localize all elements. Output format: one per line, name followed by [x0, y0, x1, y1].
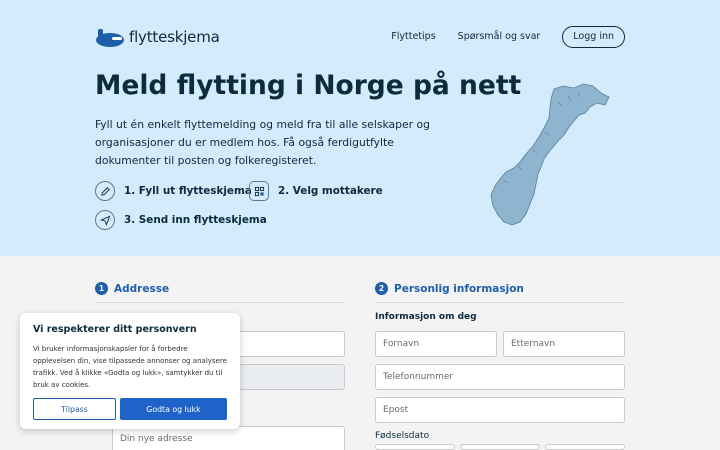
personal-subtitle: Informasjon om deg — [375, 312, 477, 322]
top-nav: Flyttetips Spørsmål og svar Logg inn — [391, 26, 625, 48]
step-3: 3. Send inn flytteskjema — [95, 210, 267, 230]
personal-section-header: 2 Personlig informasjon — [375, 282, 524, 295]
page-title: Meld flytting i Norge på nett — [95, 70, 522, 101]
address-section-header: 1 Addresse — [95, 282, 169, 295]
norway-map-icon — [490, 83, 610, 226]
cookie-consent-dialog: Vi respekterer ditt personvern Vi bruker… — [20, 313, 240, 429]
new-address-input[interactable]: Din nye adresse — [112, 426, 345, 450]
birth-year-select[interactable] — [545, 444, 625, 450]
step-2: 2. Velg mottakere — [249, 181, 383, 201]
address-divider — [95, 302, 345, 303]
phone-placeholder: Telefonnummer — [383, 372, 454, 382]
hero-description: Fyll ut én enkelt flyttemelding og meld … — [95, 118, 430, 167]
grid-icon — [249, 181, 269, 201]
last-name-placeholder: Etternavn — [511, 339, 556, 349]
send-icon — [95, 210, 115, 230]
step-1: 1. Fyll ut flytteskjema — [95, 181, 252, 201]
brand-logo[interactable]: flytteskjema — [95, 26, 220, 48]
new-address-placeholder: Din nye adresse — [120, 434, 193, 444]
cookie-text: Vi bruker informasjonskapsler for å forb… — [33, 345, 227, 389]
logo-icon — [96, 29, 124, 47]
step-2-label: 2. Velg mottakere — [278, 185, 383, 197]
birthdate-label: Fødselsdato — [375, 431, 430, 441]
nav-link-flyttetips[interactable]: Flyttetips — [391, 26, 435, 48]
last-name-input[interactable]: Etternavn — [503, 331, 625, 357]
login-button[interactable]: Logg inn — [562, 26, 625, 48]
first-name-placeholder: Fornavn — [383, 339, 420, 349]
email-input[interactable]: Epost — [375, 397, 625, 423]
pencil-icon — [95, 181, 115, 201]
birth-month-select[interactable] — [460, 444, 540, 450]
customize-button[interactable]: Tilpass — [33, 398, 116, 420]
nav-link-faq[interactable]: Spørsmål og svar — [458, 26, 541, 48]
address-step-number: 1 — [95, 282, 108, 295]
personal-section-title: Personlig informasjon — [394, 282, 524, 295]
hero-section: flytteskjema Flyttetips Spørsmål og svar… — [0, 0, 720, 256]
address-section-title: Addresse — [114, 282, 170, 295]
brand-name: flytteskjema — [129, 28, 220, 46]
step-3-label: 3. Send inn flytteskjema — [124, 214, 267, 226]
phone-input[interactable]: Telefonnummer — [375, 364, 625, 390]
email-placeholder: Epost — [383, 405, 409, 415]
first-name-input[interactable]: Fornavn — [375, 331, 497, 357]
step-1-label: 1. Fyll ut flytteskjema — [124, 185, 252, 197]
personal-step-number: 2 — [375, 282, 388, 295]
cookie-title: Vi respekterer ditt personvern — [33, 324, 197, 335]
accept-button[interactable]: Godta og lukk — [120, 398, 227, 420]
birth-day-select[interactable] — [375, 444, 455, 450]
personal-divider — [375, 302, 625, 303]
